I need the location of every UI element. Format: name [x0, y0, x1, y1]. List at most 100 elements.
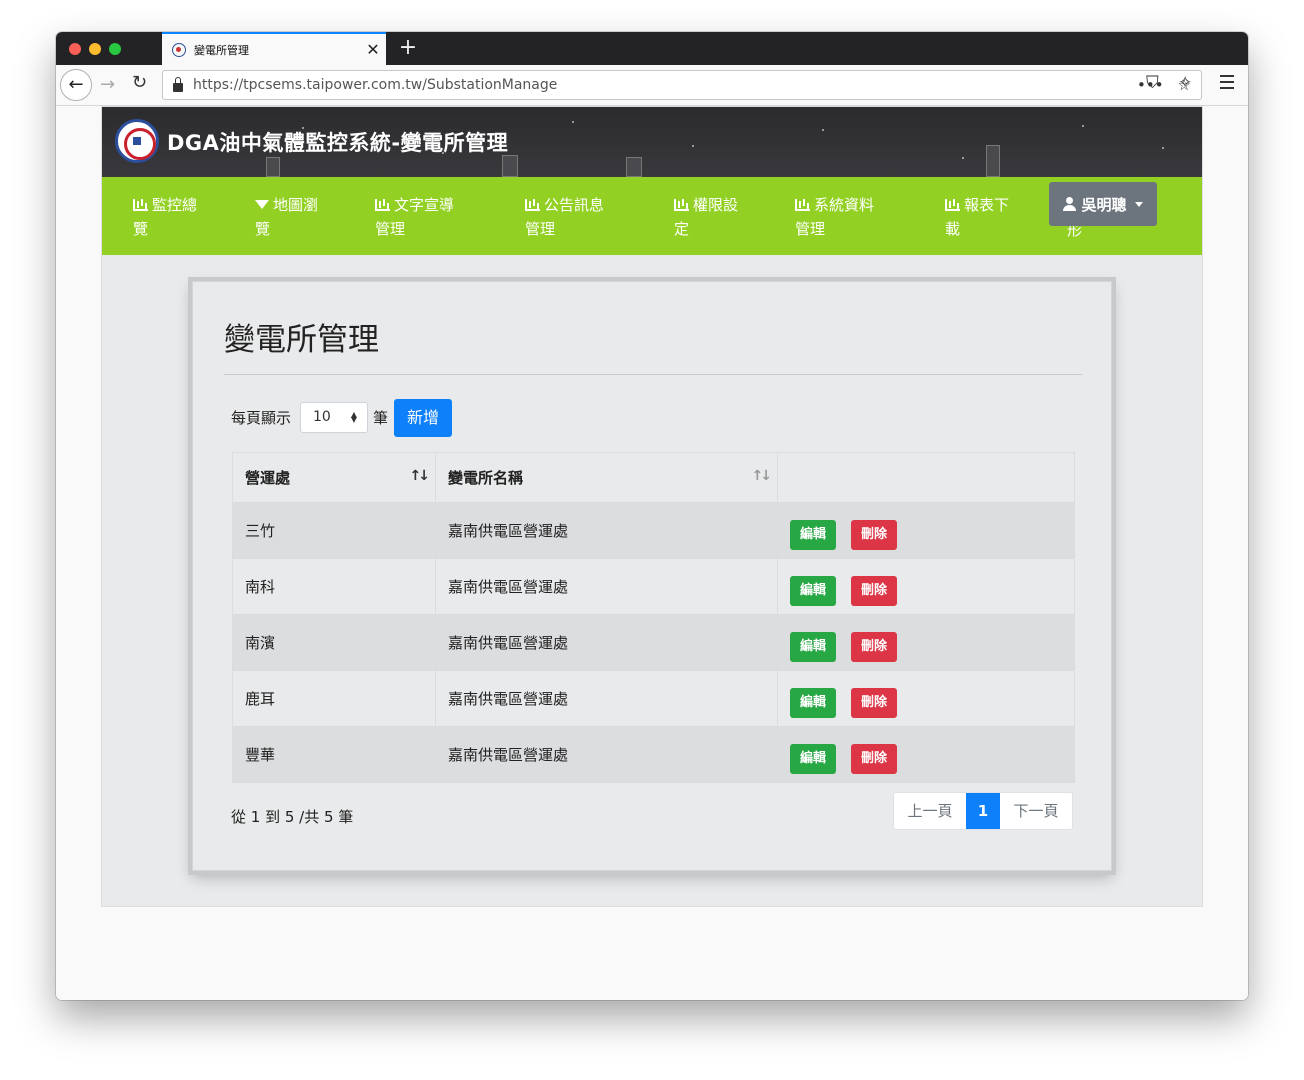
hamburger-menu-icon[interactable] — [1220, 75, 1234, 93]
table-row: 鹿耳 嘉南供電區營運處 編輯 刪除 — [232, 670, 1075, 727]
pagination: 上一頁 1 下一頁 — [893, 792, 1073, 830]
cell-actions: 編輯 刪除 — [777, 670, 1075, 727]
page-length-label: 每頁顯示 — [231, 409, 292, 427]
table-row: 三竹 嘉南供電區營運處 編輯 刪除 — [232, 502, 1075, 559]
cell-district: 南濱 — [232, 614, 436, 671]
bar-chart-icon — [674, 199, 689, 211]
column-header-district[interactable]: 營運處 ↑↓ — [232, 452, 436, 503]
table-row: 豐華 嘉南供電區營運處 編輯 刪除 — [232, 726, 1075, 783]
edit-button[interactable]: 編輯 — [790, 631, 836, 662]
column-header-actions — [777, 452, 1075, 503]
url-bar[interactable]: https://tpcsems.taipower.com.tw/Substati… — [162, 70, 1202, 100]
user-icon — [1063, 197, 1077, 211]
cell-name: 嘉南供電區營運處 — [435, 558, 778, 615]
menu-label: 管理 — [375, 220, 406, 238]
menu-label: 覽 — [255, 220, 271, 238]
sort-icon: ↑↓ — [751, 468, 773, 484]
page-length-select[interactable]: 10 ▲ ▼ — [300, 402, 368, 433]
column-header-name[interactable]: 變電所名稱 ↑↓ — [435, 452, 778, 503]
main-menu: 監控總覽 地圖瀏覽 文字宣導 管理 公告訊息 管理 權限設定 系統資料 管理 報… — [102, 177, 1202, 255]
bar-chart-icon — [945, 199, 960, 211]
menu-label: 系統資料 — [814, 196, 875, 214]
previous-page-button[interactable]: 上一頁 — [894, 793, 966, 829]
browser-toolbar: ← → ↻ https://tpcsems.taipower.com.tw/Su… — [56, 65, 1248, 106]
menu-item-dashboard[interactable]: 監控總覽 — [133, 193, 197, 241]
user-dropdown-button[interactable]: 吳明聰 — [1049, 182, 1157, 226]
close-window-button[interactable] — [69, 43, 81, 55]
add-button[interactable]: 新增 — [394, 399, 452, 437]
caret-down-icon — [1134, 201, 1143, 207]
edit-button[interactable]: 編輯 — [790, 743, 836, 774]
minimize-window-button[interactable] — [89, 43, 101, 55]
reload-icon[interactable]: ↻ — [132, 72, 147, 93]
cell-district: 豐華 — [232, 726, 436, 783]
app-title: DGA油中氣體監控系統-變電所管理 — [167, 131, 509, 155]
menu-label: 定 — [674, 220, 690, 238]
tab-title: 變電所管理 — [194, 43, 249, 57]
cell-name: 嘉南供電區營運處 — [435, 614, 778, 671]
header-banner: DGA油中氣體監控系統-變電所管理 — [102, 107, 1202, 177]
delete-button[interactable]: 刪除 — [851, 631, 897, 662]
table-header-row: 營運處 ↑↓ 變電所名稱 ↑↓ — [232, 452, 1075, 503]
page-length-unit: 筆 — [373, 409, 389, 427]
delete-button[interactable]: 刪除 — [851, 743, 897, 774]
cell-name: 嘉南供電區營運處 — [435, 502, 778, 559]
menu-label: 公告訊息 — [544, 196, 605, 214]
next-page-button[interactable]: 下一頁 — [1000, 793, 1072, 829]
browser-window: 變電所管理 ✕ + ← → ↻ https://tpcsems.taipower… — [56, 32, 1248, 1000]
cell-actions: 編輯 刪除 — [777, 558, 1075, 615]
cell-name: 嘉南供電區營運處 — [435, 670, 778, 727]
maximize-window-button[interactable] — [109, 43, 121, 55]
new-tab-icon[interactable]: + — [394, 34, 422, 62]
edit-button[interactable]: 編輯 — [790, 575, 836, 606]
bar-chart-icon — [133, 199, 148, 211]
menu-label: 載 — [945, 220, 961, 238]
page-number-button[interactable]: 1 — [966, 793, 1000, 829]
menu-item-map[interactable]: 地圖瀏覽 — [255, 193, 318, 241]
favicon-icon — [172, 42, 186, 57]
forward-button-icon[interactable]: → — [100, 74, 115, 95]
menu-label: 報表下 — [964, 196, 1010, 214]
back-button-icon[interactable]: ← — [60, 69, 92, 101]
delete-button[interactable]: 刪除 — [851, 687, 897, 718]
cell-district: 南科 — [232, 558, 436, 615]
column-header-label: 營運處 — [245, 469, 291, 487]
delete-button[interactable]: 刪除 — [851, 519, 897, 550]
menu-label: 地圖瀏 — [273, 196, 319, 214]
edit-button[interactable]: 編輯 — [790, 687, 836, 718]
menu-item-announcements[interactable]: 公告訊息管理 — [525, 193, 604, 241]
menu-label: 管理 — [525, 220, 556, 238]
bar-chart-icon — [375, 199, 390, 211]
bar-chart-icon — [795, 199, 810, 211]
extension-icon[interactable]: ✧ — [1178, 73, 1192, 93]
table-row: 南濱 嘉南供電區營運處 編輯 刪除 — [232, 614, 1075, 671]
edit-button[interactable]: 編輯 — [790, 519, 836, 550]
browser-tab[interactable]: 變電所管理 ✕ — [162, 32, 386, 65]
cell-district: 鹿耳 — [232, 670, 436, 727]
app-container: DGA油中氣體監控系統-變電所管理 監控總覽 地圖瀏覽 文字宣導 管理 公告訊息管… — [101, 106, 1203, 907]
lock-icon — [173, 76, 183, 92]
table-info: 從 1 到 5 /共 5 筆 — [231, 808, 354, 826]
cell-actions: 編輯 刪除 — [777, 614, 1075, 671]
page-viewport: DGA油中氣體監控系統-變電所管理 監控總覽 地圖瀏覽 文字宣導 管理 公告訊息管… — [56, 106, 1248, 1000]
menu-label: 權限設 — [693, 196, 739, 214]
delete-button[interactable]: 刪除 — [851, 575, 897, 606]
substation-table: 營運處 ↑↓ 變電所名稱 ↑↓ 三竹 嘉南供電區營運處 編輯 刪除 南科 嘉南供… — [232, 452, 1075, 783]
divider — [224, 374, 1082, 375]
cell-actions: 編輯 刪除 — [777, 726, 1075, 783]
page-length-value: 10 — [313, 409, 331, 425]
select-arrows-icon: ▲ ▼ — [350, 410, 357, 424]
cell-district: 三竹 — [232, 502, 436, 559]
cell-name: 嘉南供電區營運處 — [435, 726, 778, 783]
shield-icon[interactable]: ⛉ — [1146, 73, 1159, 93]
url-text[interactable]: https://tpcsems.taipower.com.tw/Substati… — [193, 77, 1137, 93]
menu-item-promotion[interactable]: 文字宣導 管理 — [375, 193, 454, 241]
menu-item-reports[interactable]: 報表下載 — [945, 193, 1009, 241]
sort-icon: ↑↓ — [409, 468, 431, 484]
taipower-logo — [115, 119, 159, 163]
menu-item-system-data[interactable]: 系統資料管理 — [795, 193, 874, 241]
menu-item-permissions[interactable]: 權限設定 — [674, 193, 738, 241]
close-tab-icon[interactable]: ✕ — [360, 40, 386, 59]
menu-label: 管理 — [795, 220, 826, 238]
menu-label: 覽 — [133, 220, 149, 238]
